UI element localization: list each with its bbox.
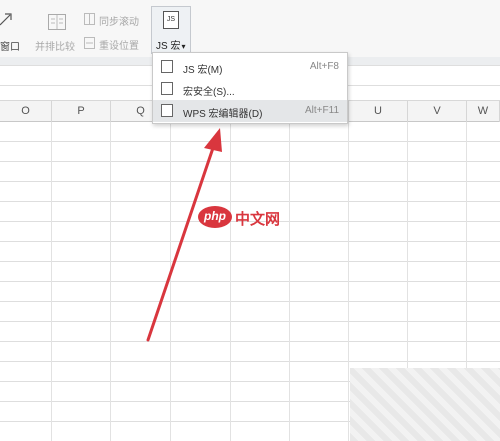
watermark-text: 中文网 [235,211,281,228]
php-cn-watermark: php 中文网 [198,206,298,230]
php-logo: php [198,206,232,228]
blurred-corner [350,368,500,441]
